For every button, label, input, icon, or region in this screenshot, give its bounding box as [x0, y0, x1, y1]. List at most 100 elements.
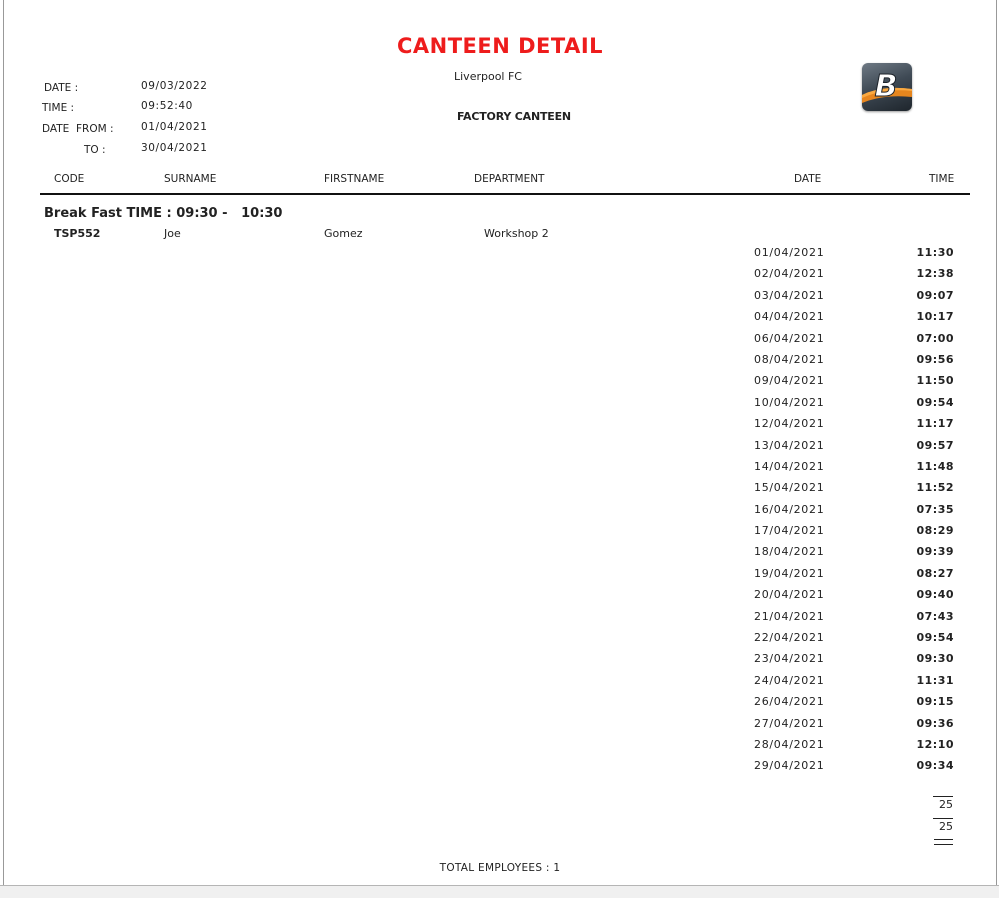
company-logo: B — [862, 63, 912, 111]
list-item: 03/04/2021 09:07 — [4, 285, 996, 306]
list-item: 08/04/2021 09:56 — [4, 349, 996, 370]
entry-time: 08:29 — [916, 524, 954, 538]
date-to-label: TO : — [84, 144, 106, 156]
report-subtitle: FACTORY CANTEEN — [457, 110, 571, 123]
entry-date: 16/04/2021 — [754, 502, 825, 516]
list-item: 19/04/2021 08:27 — [4, 563, 996, 584]
list-item: 24/04/2021 11:31 — [4, 670, 996, 691]
entry-date: 22/04/2021 — [754, 631, 825, 645]
employee-firstname: Gomez — [324, 227, 363, 240]
time-label: TIME : — [42, 102, 75, 114]
total-employees: TOTAL EMPLOYEES : 1 — [439, 862, 561, 874]
entry-date: 10/04/2021 — [754, 395, 825, 409]
report-page: CANTEEN DETAIL Liverpool FC FACTORY CANT… — [3, 0, 997, 885]
list-item: 12/04/2021 11:17 — [4, 413, 996, 434]
list-item: 21/04/2021 07:43 — [4, 606, 996, 627]
list-item: 10/04/2021 09:54 — [4, 392, 996, 413]
entry-time: 11:17 — [916, 417, 954, 431]
logo-icon: B — [862, 69, 912, 105]
report-title: CANTEEN DETAIL — [396, 34, 604, 58]
entry-date: 17/04/2021 — [754, 524, 825, 538]
column-header-code: CODE — [54, 173, 85, 185]
list-item: 20/04/2021 09:40 — [4, 584, 996, 605]
entry-date: 19/04/2021 — [754, 566, 825, 580]
entry-date: 14/04/2021 — [754, 459, 825, 473]
entry-time: 09:34 — [916, 759, 954, 773]
entry-date: 12/04/2021 — [754, 417, 825, 431]
entry-time: 09:40 — [916, 588, 954, 602]
entry-time: 09:39 — [916, 545, 954, 559]
entry-time: 09:30 — [916, 652, 954, 666]
entry-time: 11:50 — [916, 374, 954, 388]
entry-date: 20/04/2021 — [754, 588, 825, 602]
entry-date: 18/04/2021 — [754, 545, 825, 559]
entry-time: 07:35 — [916, 502, 954, 516]
entry-date: 24/04/2021 — [754, 673, 825, 687]
entry-date: 23/04/2021 — [754, 652, 825, 666]
entry-time: 11:48 — [916, 459, 954, 473]
list-item: 28/04/2021 12:10 — [4, 734, 996, 755]
entry-time: 11:31 — [916, 673, 954, 687]
date-from-value: 01/04/2021 — [141, 121, 208, 133]
header-divider — [40, 193, 970, 195]
entry-date: 29/04/2021 — [754, 759, 825, 773]
employee-surname: Joe — [164, 227, 181, 240]
list-item: 09/04/2021 11:50 — [4, 370, 996, 391]
entry-time: 11:30 — [916, 246, 954, 259]
entry-time: 10:17 — [916, 310, 954, 324]
list-item: 22/04/2021 09:54 — [4, 627, 996, 648]
double-underline — [934, 839, 953, 845]
grand-total: 25 — [933, 818, 953, 833]
list-item: 01/04/2021 11:30 — [4, 242, 996, 263]
list-item: 17/04/2021 08:29 — [4, 520, 996, 541]
column-header-time: TIME — [929, 173, 955, 185]
entry-time: 07:43 — [916, 609, 954, 623]
column-header-date: DATE — [794, 173, 822, 185]
entry-date: 21/04/2021 — [754, 609, 825, 623]
column-header-surname: SURNAME — [164, 173, 217, 185]
entry-time: 12:38 — [916, 267, 954, 281]
date-from-label: DATE FROM : — [42, 123, 114, 135]
list-item: 26/04/2021 09:15 — [4, 691, 996, 712]
list-item: 16/04/2021 07:35 — [4, 499, 996, 520]
entry-date: 06/04/2021 — [754, 331, 825, 345]
entries-list: 01/04/2021 11:30 02/04/2021 12:38 03/04/2021… — [4, 242, 996, 777]
list-item: 18/04/2021 09:39 — [4, 541, 996, 562]
entry-time: 09:07 — [916, 288, 954, 302]
column-header-firstname: FIRSTNAME — [324, 173, 385, 185]
list-item: 06/04/2021 07:00 — [4, 328, 996, 349]
date-to-value: 30/04/2021 — [141, 142, 208, 154]
company-name: Liverpool FC — [454, 70, 522, 83]
entry-time: 08:27 — [916, 566, 954, 580]
entry-date: 09/04/2021 — [754, 374, 825, 388]
list-item: 02/04/2021 12:38 — [4, 263, 996, 284]
list-item: 15/04/2021 11:52 — [4, 477, 996, 498]
entry-date: 13/04/2021 — [754, 438, 825, 452]
list-item: 13/04/2021 09:57 — [4, 435, 996, 456]
entry-date: 26/04/2021 — [754, 695, 825, 709]
column-header-department: DEPARTMENT — [474, 173, 545, 185]
logo-letter: B — [875, 69, 898, 104]
entry-time: 09:54 — [916, 395, 954, 409]
employee-subtotal-value: 25 — [933, 796, 953, 811]
entry-time: 12:10 — [916, 737, 954, 751]
entry-date: 01/04/2021 — [754, 246, 825, 259]
entry-time: 11:52 — [916, 481, 954, 495]
entry-time: 09:15 — [916, 695, 954, 709]
list-item: 14/04/2021 11:48 — [4, 456, 996, 477]
group-title: Break Fast TIME : 09:30 - 10:30 — [44, 206, 283, 221]
entry-time: 09:36 — [916, 716, 954, 730]
entry-date: 04/04/2021 — [754, 310, 825, 324]
list-item: 29/04/2021 09:34 — [4, 755, 996, 776]
time-value: 09:52:40 — [141, 100, 193, 112]
entry-time: 07:00 — [916, 331, 954, 345]
entry-date: 03/04/2021 — [754, 288, 825, 302]
entry-time: 09:54 — [916, 631, 954, 645]
list-item: 27/04/2021 09:36 — [4, 713, 996, 734]
date-label: DATE : — [44, 82, 79, 94]
employee-subtotal: 25 — [933, 796, 953, 811]
entry-date: 02/04/2021 — [754, 267, 825, 281]
entry-time: 09:57 — [916, 438, 954, 452]
grand-total-value: 25 — [933, 818, 953, 833]
entry-date: 27/04/2021 — [754, 716, 825, 730]
